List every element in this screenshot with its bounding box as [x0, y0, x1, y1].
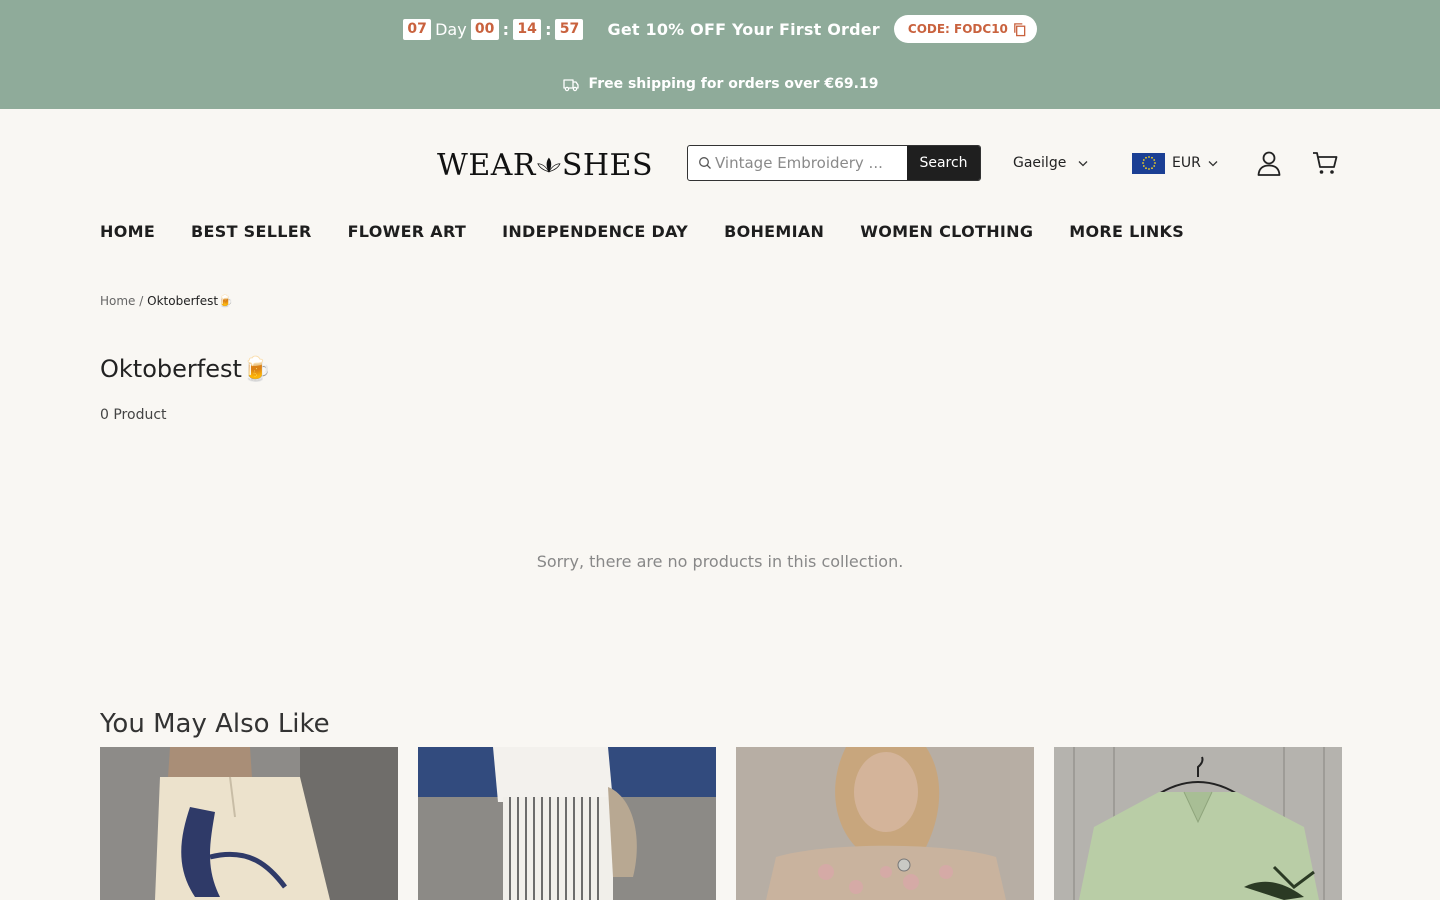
copy-icon — [1014, 22, 1026, 36]
shipping-notice: Free shipping for orders over €69.19 — [0, 74, 1440, 94]
page-title: Oktoberfest🍺 — [100, 355, 272, 383]
countdown-minutes: 14 — [513, 18, 542, 40]
product-card[interactable] — [1054, 747, 1342, 900]
product-card[interactable] — [100, 747, 398, 900]
logo-text-left: WEAR — [437, 147, 536, 183]
search-bar: Search — [687, 145, 981, 181]
eu-flag-icon — [1132, 152, 1165, 174]
copy-code-button[interactable]: CODE: FODC10 — [893, 15, 1037, 43]
countdown-hours: 00 — [470, 18, 499, 40]
promo-countdown-row: 07 Day 00 : 14 : 57 Get 10% OFF Your Fir… — [0, 15, 1440, 43]
site-logo[interactable]: WEAR SHES — [437, 147, 653, 183]
breadcrumb-current: Oktoberfest🍺 — [147, 294, 234, 308]
empty-collection-message: Sorry, there are no products in this col… — [536, 552, 904, 571]
product-card[interactable] — [418, 747, 716, 900]
countdown-day-label: Day — [435, 19, 467, 39]
striped-linen-pants-image — [418, 747, 716, 900]
search-field — [688, 146, 907, 180]
recommendations-title: You May Also Like — [100, 709, 330, 739]
shipping-text: Free shipping for orders over €69.19 — [588, 76, 879, 92]
promo-title: Get 10% OFF Your First Order — [607, 19, 880, 39]
product-card[interactable] — [736, 747, 1034, 900]
breadcrumb: Home / Oktoberfest🍺 — [100, 294, 233, 308]
language-label: Gaeilge — [1013, 155, 1067, 171]
user-icon[interactable] — [1255, 149, 1283, 177]
countdown-days: 07 — [403, 18, 432, 40]
product-grid — [100, 747, 1342, 900]
nav-item-women-clothing[interactable]: WOMEN CLOTHING — [860, 222, 1033, 242]
floral-lace-top-image — [736, 747, 1034, 900]
nav-item-independence-day[interactable]: INDEPENDENCE DAY — [502, 222, 688, 242]
octopus-print-pants-image — [100, 747, 398, 900]
truck-icon — [562, 79, 579, 92]
nav-item-flower-art[interactable]: FLOWER ART — [348, 222, 467, 242]
language-selector[interactable]: Gaeilge — [1013, 152, 1088, 174]
search-button[interactable]: Search — [907, 146, 980, 180]
countdown-separator: : — [545, 19, 552, 39]
currency-selector[interactable]: EUR — [1132, 152, 1218, 174]
nav-item-best-seller[interactable]: BEST SELLER — [191, 222, 312, 242]
announcement-bar: 07 Day 00 : 14 : 57 Get 10% OFF Your Fir… — [0, 0, 1440, 109]
breadcrumb-home-link[interactable]: Home — [100, 294, 135, 308]
countdown-seconds: 57 — [555, 18, 584, 40]
green-linen-shirt-image — [1054, 747, 1342, 900]
breadcrumb-separator: / — [139, 294, 144, 308]
code-label: CODE: FODC10 — [907, 22, 1008, 36]
logo-text-right: SHES — [561, 147, 653, 183]
nav-item-more-links[interactable]: MORE LINKS — [1069, 222, 1184, 242]
currency-label: EUR — [1172, 155, 1201, 171]
main-nav: HOME BEST SELLER FLOWER ART INDEPENDENCE… — [100, 222, 1184, 242]
chevron-down-icon — [1208, 160, 1218, 166]
chevron-down-icon — [1078, 160, 1088, 166]
search-icon — [699, 157, 711, 169]
nav-item-home[interactable]: HOME — [100, 222, 155, 242]
logo-leaf-icon — [537, 157, 561, 173]
product-count: 0 Product — [100, 407, 167, 423]
countdown-separator: : — [502, 19, 510, 39]
cart-icon[interactable] — [1311, 149, 1339, 177]
nav-item-bohemian[interactable]: BOHEMIAN — [724, 222, 824, 242]
search-input[interactable] — [715, 154, 899, 172]
